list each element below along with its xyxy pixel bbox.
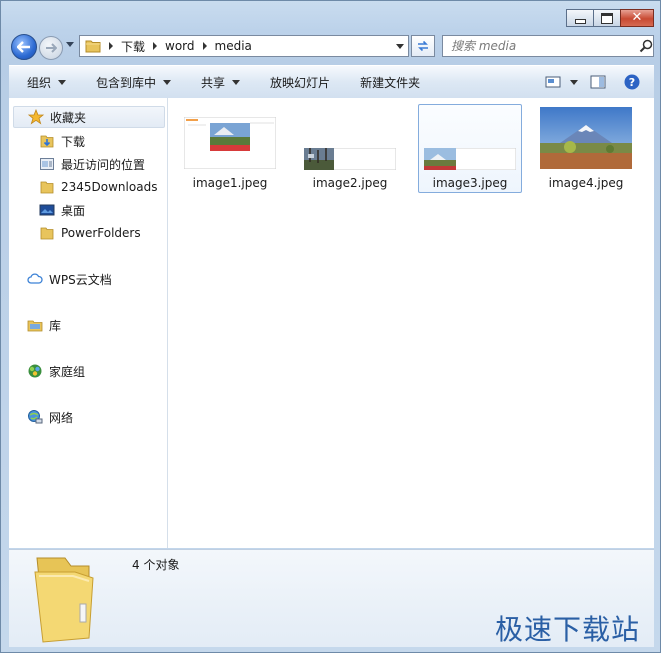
nav-item-favorites[interactable]: 收藏夹 xyxy=(13,106,165,128)
desktop-icon xyxy=(39,202,55,218)
include-in-library-button[interactable]: 包含到库中 xyxy=(96,74,172,91)
details-pane: 4 个对象 极速下载站 xyxy=(9,549,654,647)
share-label: 共享 xyxy=(201,75,226,90)
forward-button[interactable] xyxy=(39,36,63,60)
view-controls: ? xyxy=(545,66,654,98)
back-button[interactable] xyxy=(11,34,37,60)
cloud-icon xyxy=(27,271,43,287)
change-view-button[interactable] xyxy=(545,75,578,89)
large-folder-icon xyxy=(31,554,97,647)
preview-pane-icon xyxy=(590,75,606,89)
breadcrumb-separator-icon[interactable] xyxy=(109,42,113,50)
downloads-folder-icon xyxy=(39,133,55,149)
file-name: image1.jpeg xyxy=(192,176,268,190)
file-name: image4.jpeg xyxy=(548,176,624,190)
file-item-image4[interactable]: image4.jpeg xyxy=(534,105,638,193)
breadcrumb-word[interactable]: word xyxy=(165,36,195,56)
nav-label: 收藏夹 xyxy=(50,110,87,125)
nav-label: 库 xyxy=(49,318,62,333)
nav-item-powerfolders[interactable]: PowerFolders xyxy=(39,222,141,244)
svg-text:?: ? xyxy=(629,76,635,89)
chevron-down-icon xyxy=(58,79,67,85)
breadcrumb-separator-icon[interactable] xyxy=(153,42,158,50)
nav-label: 2345Downloads xyxy=(61,180,158,194)
nav-item-homegroup[interactable]: 家庭组 xyxy=(27,360,85,382)
slideshow-label: 放映幻灯片 xyxy=(270,75,331,90)
star-icon xyxy=(28,109,44,125)
explorer-window: ✕ 下载 word media 组织 包含到库中 共享 放映幻灯片 新建文件夹 xyxy=(0,0,661,653)
preview-pane-button[interactable] xyxy=(590,75,606,89)
library-icon xyxy=(27,317,43,333)
search-box[interactable] xyxy=(442,35,654,57)
address-bar[interactable]: 下载 word media xyxy=(79,35,409,57)
watermark-logo: 极速下载站 xyxy=(494,613,640,646)
nav-item-wps-cloud[interactable]: WPS云文档 xyxy=(27,268,112,290)
help-button[interactable]: ? xyxy=(624,74,640,90)
nav-label: 家庭组 xyxy=(49,364,86,379)
command-bar: 组织 包含到库中 共享 放映幻灯片 新建文件夹 ? xyxy=(9,65,654,99)
include-in-library-label: 包含到库中 xyxy=(96,75,157,90)
breadcrumb-media[interactable]: media xyxy=(215,36,252,56)
address-history-dropdown[interactable] xyxy=(396,44,404,49)
file-item-image1[interactable]: image1.jpeg xyxy=(178,105,282,193)
folder-icon xyxy=(39,179,55,195)
slideshow-button[interactable]: 放映幻灯片 xyxy=(270,74,330,91)
recent-pages-dropdown[interactable] xyxy=(66,42,74,47)
close-icon: ✕ xyxy=(631,10,643,25)
nav-label: PowerFolders xyxy=(61,226,141,240)
chevron-down-icon xyxy=(163,79,172,85)
maximize-icon xyxy=(601,12,613,24)
caption-buttons: ✕ xyxy=(566,9,654,27)
file-name: image3.jpeg xyxy=(432,176,508,190)
nav-label: WPS云文档 xyxy=(49,272,112,287)
file-item-image3[interactable]: image3.jpeg xyxy=(418,104,522,193)
nav-item-downloads[interactable]: 下载 xyxy=(39,130,85,152)
network-icon xyxy=(27,409,43,425)
breadcrumb-downloads[interactable]: 下载 xyxy=(121,36,145,56)
homegroup-icon xyxy=(27,363,43,379)
file-name: image2.jpeg xyxy=(312,176,388,190)
chevron-down-icon xyxy=(232,79,241,85)
minimize-button[interactable] xyxy=(566,9,594,27)
share-button[interactable]: 共享 xyxy=(201,74,241,91)
view-icon xyxy=(545,76,561,88)
organize-label: 组织 xyxy=(27,75,52,90)
new-folder-label: 新建文件夹 xyxy=(360,75,421,90)
refresh-button[interactable] xyxy=(411,35,435,57)
nav-label: 网络 xyxy=(49,410,74,425)
image4-thumbnail xyxy=(540,107,632,169)
search-input[interactable] xyxy=(443,38,633,54)
nav-item-network[interactable]: 网络 xyxy=(27,406,73,428)
nav-item-2345downloads[interactable]: 2345Downloads xyxy=(39,176,157,198)
breadcrumb-separator-icon[interactable] xyxy=(202,42,207,50)
back-arrow-icon xyxy=(17,41,30,53)
item-count: 4 个对象 xyxy=(132,558,180,572)
nav-item-desktop[interactable]: 桌面 xyxy=(39,199,85,221)
nav-item-recent-places[interactable]: 最近访问的位置 xyxy=(39,153,145,175)
folder-icon xyxy=(85,39,101,53)
nav-label: 最近访问的位置 xyxy=(61,157,146,172)
image2-thumbnail xyxy=(303,147,397,171)
new-folder-button[interactable]: 新建文件夹 xyxy=(360,74,420,91)
file-item-image2[interactable]: image2.jpeg xyxy=(298,105,402,193)
image1-thumbnail xyxy=(183,116,277,170)
maximize-button[interactable] xyxy=(593,9,621,27)
refresh-icon xyxy=(418,40,428,52)
nav-label: 桌面 xyxy=(61,203,86,218)
navigation-pane: 收藏夹 下载 最近访问的位置 2345Downloads 桌面 PowerFol… xyxy=(9,98,168,548)
minimize-icon xyxy=(574,18,586,24)
recent-places-icon xyxy=(39,156,55,172)
search-icon[interactable] xyxy=(639,39,653,53)
nav-label: 下载 xyxy=(61,134,86,149)
folder-icon xyxy=(39,225,55,241)
nav-item-library[interactable]: 库 xyxy=(27,314,61,336)
close-button[interactable]: ✕ xyxy=(620,9,654,27)
file-list: image1.jpeg image2.jpeg image3.jpeg imag… xyxy=(168,98,654,548)
organize-button[interactable]: 组织 xyxy=(27,74,67,91)
help-icon: ? xyxy=(624,74,640,90)
forward-arrow-icon xyxy=(46,43,57,53)
chevron-down-icon xyxy=(570,79,578,85)
image3-thumbnail xyxy=(423,147,517,171)
